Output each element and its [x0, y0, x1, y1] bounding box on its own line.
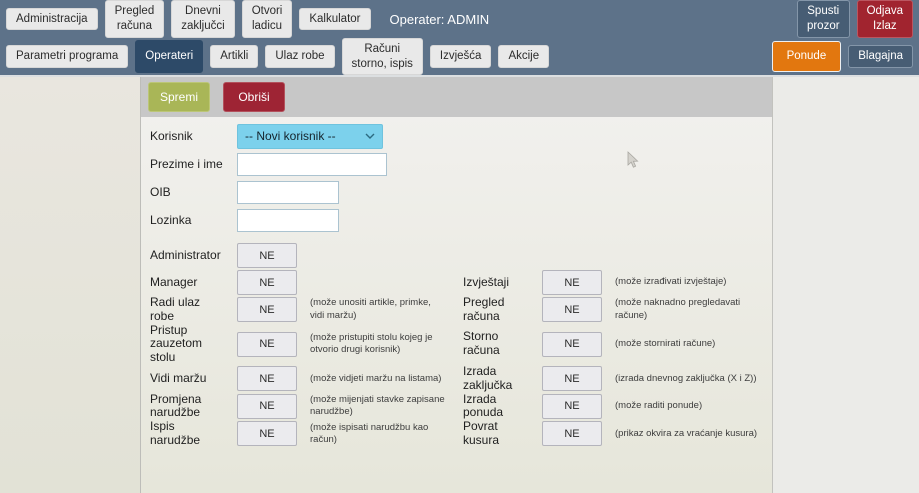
permission-label: Ispis narudžbe [150, 419, 201, 447]
permission-row: Radi ulaz robe NE (može unositi artikle,… [150, 295, 772, 324]
permission-hint: (izrada dnevnog zaključka (X i Z)) [615, 372, 757, 384]
toolbar-button-blagajna[interactable]: Blagajna [848, 45, 913, 68]
permission-toggle[interactable]: NE [237, 366, 297, 392]
permission-row: Administrator NE [150, 242, 772, 269]
permissions-grid: Administrator NE Manager NE Izvještaji N… [150, 242, 772, 448]
permission-label: Promjena narudžbe [150, 391, 202, 420]
prezime-input[interactable] [237, 152, 387, 176]
toolbar-button-ra-uni-storno-ispis[interactable]: Računi storno, ispis [341, 37, 423, 76]
panel-action-bar: Spremi Obriši [141, 77, 772, 117]
permission-toggle[interactable]: NE [237, 331, 297, 357]
toolbar-button-akcije[interactable]: Akcije [498, 45, 550, 68]
toolbar-button-otvori-ladicu[interactable]: Otvori ladicu [241, 0, 293, 38]
left-margin [0, 77, 141, 493]
permission-label: Administrator [150, 247, 221, 262]
prezime-label: Prezime i ime [150, 157, 223, 171]
permission-toggle[interactable]: NE [542, 421, 602, 447]
lozinka-input[interactable] [237, 208, 339, 232]
oib-label: OIB [150, 185, 171, 199]
korisnik-row: Korisnik -- Novi korisnik -- [150, 122, 772, 150]
permission-toggle[interactable]: NE [542, 331, 602, 357]
toolbar-button-izvje-a[interactable]: Izvješća [429, 45, 492, 68]
permission-toggle[interactable]: NE [237, 421, 297, 447]
permission-hint: (može naknadno pregledavati račune) [615, 297, 741, 321]
permission-label: Izrada zaključka [463, 363, 513, 392]
permission-label: Pristup zauzetom stolu [150, 322, 203, 365]
permission-toggle[interactable]: NE [237, 243, 297, 268]
permission-label: Manager [150, 274, 198, 289]
toolbar-button-operateri[interactable]: Operateri [135, 40, 204, 73]
permission-hint: (može pristupiti stolu kojeg je otvorio … [310, 331, 433, 356]
permission-row: Pristup zauzetom stolu NE (može pristupi… [150, 322, 772, 365]
permission-toggle[interactable]: NE [542, 270, 602, 295]
permission-row: Manager NE Izvještaji NE (može izrađivat… [150, 269, 772, 296]
delete-button[interactable]: Obriši [223, 82, 285, 112]
toolbar-button-odjava-izlaz[interactable]: Odjava Izlaz [856, 0, 913, 38]
permission-hint: (može izrađivati izvještaje) [615, 276, 727, 288]
nav-toolbar: Parametri programa Operateri Artikli Ulaz r… [0, 37, 919, 76]
permission-label: Radi ulaz robe [150, 295, 201, 323]
permission-hint: (može mijenjati stavke zapisane narudžbe… [310, 394, 445, 418]
app-window: { "topbar": { "buttons": [ {"label": "Ad… [0, 0, 919, 493]
permission-row: Vidi maržu NE (može vidjeti maržu na lis… [150, 363, 772, 393]
operator-editor-panel: Spremi Obriši Korisnik -- Novi korisnik … [141, 77, 773, 493]
operator-status-label: Operater: ADMIN [389, 11, 490, 27]
korisnik-dropdown[interactable]: -- Novi korisnik -- [237, 123, 383, 149]
toolbar-button-artikli[interactable]: Artikli [210, 45, 259, 68]
toolbar-button-ponude[interactable]: Ponude [771, 41, 842, 72]
permission-hint: (može stornirati račune) [615, 338, 716, 350]
toolbar-button-kalkulator[interactable]: Kalkulator [299, 7, 371, 31]
top-toolbar: Administracija Pregled računa Dnevni zaklj… [0, 0, 919, 38]
permission-label: Izvještaji [463, 274, 510, 289]
chevron-down-icon [365, 133, 375, 139]
permission-toggle[interactable]: NE [237, 270, 297, 295]
right-margin [773, 77, 919, 493]
toolbar-button-ulaz-robe[interactable]: Ulaz robe [265, 45, 335, 68]
oib-row: OIB [150, 178, 772, 206]
save-button[interactable]: Spremi [148, 82, 210, 112]
oib-input[interactable] [237, 180, 339, 204]
permission-hint: (može raditi ponude) [615, 400, 703, 412]
korisnik-dropdown-value: -- Novi korisnik -- [245, 129, 336, 143]
permission-label: Vidi maržu [150, 370, 207, 385]
permission-toggle[interactable]: NE [542, 393, 602, 419]
korisnik-label: Korisnik [150, 129, 193, 143]
permission-label: Povrat kusura [463, 419, 500, 447]
permission-hint: (može unositi artikle, primke, vidi marž… [310, 297, 431, 321]
toolbar-button-parametri-programa[interactable]: Parametri programa [6, 45, 129, 68]
permission-row: Promjena narudžbe NE (može mijenjati sta… [150, 391, 772, 421]
lozinka-label: Lozinka [150, 213, 192, 227]
permission-toggle[interactable]: NE [542, 366, 602, 392]
permission-hint: (može ispisati narudžbu kao račun) [310, 421, 429, 445]
prezime-row: Prezime i ime [150, 150, 772, 178]
toolbar-button-dnevni-zaklju-ci[interactable]: Dnevni zaključci [171, 0, 235, 38]
permission-label: Storno računa [463, 329, 500, 358]
permission-hint: (prikaz okvira za vraćanje kusura) [615, 427, 758, 439]
toolbar-button-spusti-prozor[interactable]: Spusti prozor [796, 0, 850, 38]
main-area: Spremi Obriši Korisnik -- Novi korisnik … [0, 75, 919, 493]
permission-toggle[interactable]: NE [237, 297, 297, 323]
permission-label: Izrada ponuda [463, 391, 504, 420]
permission-hint: (može vidjeti maržu na listama) [310, 372, 442, 384]
operator-form: Korisnik -- Novi korisnik -- Prezime i i… [141, 117, 772, 448]
toolbar-button-administracija[interactable]: Administracija [6, 7, 98, 31]
lozinka-row: Lozinka [150, 206, 772, 234]
permission-row: Ispis narudžbe NE (može ispisati narudžb… [150, 419, 772, 448]
permission-label: Pregled računa [463, 295, 505, 323]
toolbar-button-pregled-ra-una[interactable]: Pregled računa [104, 0, 165, 38]
permission-toggle[interactable]: NE [237, 393, 297, 419]
permission-toggle[interactable]: NE [542, 297, 602, 323]
